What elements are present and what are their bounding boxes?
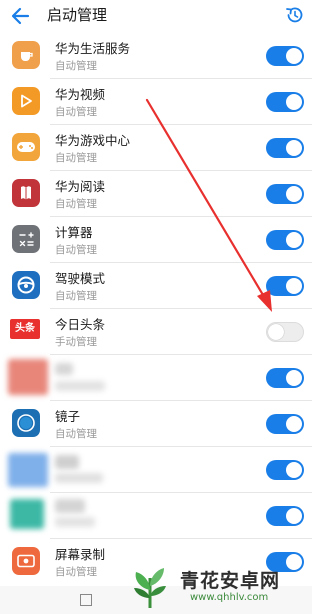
blurred-app-icon xyxy=(8,453,48,487)
launch-toggle[interactable] xyxy=(266,184,304,204)
launch-toggle[interactable] xyxy=(266,230,304,250)
list-item[interactable]: 镜子 自动管理 xyxy=(0,401,312,447)
app-mode: 自动管理 xyxy=(55,566,97,578)
toutiao-icon: 头条 xyxy=(10,319,40,339)
app-name: 今日头条 xyxy=(55,317,106,332)
list-item[interactable]: 计算器 自动管理 xyxy=(0,217,312,263)
page-title: 启动管理 xyxy=(47,6,108,24)
list-item[interactable]: 华为视频 自动管理 xyxy=(0,79,312,125)
list-item[interactable]: 华为生活服务 自动管理 xyxy=(0,33,312,79)
app-mode: 自动管理 xyxy=(55,198,97,210)
clock-history-icon[interactable] xyxy=(285,5,305,25)
app-name: 华为生活服务 xyxy=(55,41,131,56)
launch-toggle[interactable] xyxy=(266,46,304,66)
blurred-app-icon xyxy=(8,359,48,395)
list-item[interactable]: 头条 今日头条 手动管理 xyxy=(0,309,312,355)
list-item[interactable]: 华为游戏中心 自动管理 xyxy=(0,125,312,171)
app-name: 驾驶模式 xyxy=(55,271,106,286)
blurred-app-icon xyxy=(10,499,44,529)
calculator-icon xyxy=(12,225,40,253)
watermark-logo-icon xyxy=(134,568,166,609)
list-item[interactable]: 驾驶模式 自动管理 xyxy=(0,263,312,309)
app-mode: 自动管理 xyxy=(55,244,97,256)
app-name: 华为游戏中心 xyxy=(55,133,131,148)
app-mode: 自动管理 xyxy=(55,290,97,302)
arrow-left-icon[interactable] xyxy=(8,4,34,28)
top-bar: 启动管理 xyxy=(0,0,312,32)
list-item[interactable] xyxy=(0,355,312,401)
app-mode: 自动管理 xyxy=(55,152,97,164)
launch-toggle[interactable] xyxy=(266,92,304,112)
app-name: 计算器 xyxy=(55,225,93,240)
list-item[interactable]: 华为阅读 自动管理 xyxy=(0,171,312,217)
launch-toggle[interactable] xyxy=(266,138,304,158)
cup-icon xyxy=(12,41,40,69)
list-item[interactable] xyxy=(0,493,312,539)
launch-toggle[interactable] xyxy=(266,276,304,296)
app-name: 屏幕录制 xyxy=(55,547,106,562)
app-name: 华为视频 xyxy=(55,87,106,102)
watermark-url: www.qhhlv.com xyxy=(190,592,269,603)
mirror-icon xyxy=(12,409,40,437)
launch-toggle[interactable] xyxy=(266,322,304,342)
app-mode: 自动管理 xyxy=(55,428,97,440)
app-mode: 自动管理 xyxy=(55,106,97,118)
app-name: 华为阅读 xyxy=(55,179,106,194)
recent-apps-icon[interactable] xyxy=(80,594,92,606)
steering-wheel-icon xyxy=(12,271,40,299)
gamepad-icon xyxy=(12,133,40,161)
watermark: 青花安卓网 www.qhhlv.com xyxy=(120,562,312,614)
app-mode: 自动管理 xyxy=(55,60,97,72)
play-icon xyxy=(12,87,40,115)
list-item[interactable] xyxy=(0,447,312,493)
screen-record-icon xyxy=(12,547,40,575)
app-name: 镜子 xyxy=(55,409,81,424)
launch-toggle[interactable] xyxy=(266,460,304,480)
launch-toggle[interactable] xyxy=(266,368,304,388)
book-icon xyxy=(12,179,40,207)
watermark-title: 青花安卓网 xyxy=(180,570,281,592)
launch-toggle[interactable] xyxy=(266,414,304,434)
app-mode: 手动管理 xyxy=(55,336,97,348)
launch-toggle[interactable] xyxy=(266,506,304,526)
